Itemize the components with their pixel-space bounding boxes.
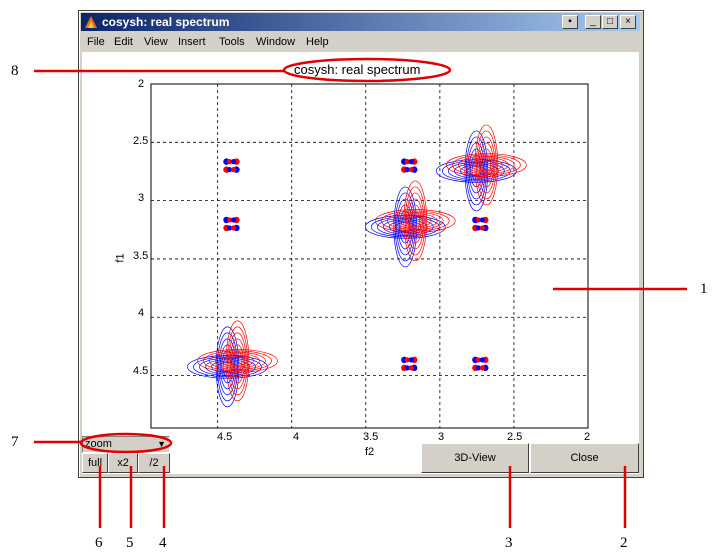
callout-number: 3 [505,535,513,551]
callout-number: 2 [620,535,628,551]
callout-overlay [34,57,687,528]
callout-number: 7 [11,434,19,450]
callout-number: 6 [95,535,103,551]
callout-number: 8 [11,63,19,79]
callout-number: 5 [126,535,134,551]
callout-ellipse-8 [282,57,452,83]
callout-number: 4 [159,535,167,551]
callout-ellipse-7 [79,432,173,454]
callout-number: 1 [700,281,708,297]
